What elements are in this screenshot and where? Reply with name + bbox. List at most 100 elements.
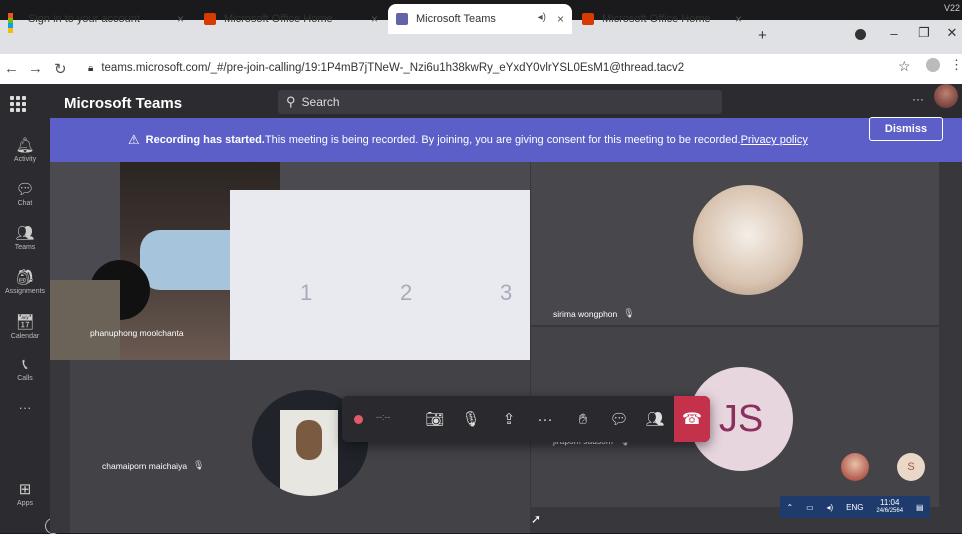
recording-banner: ⚠ Recording has started. This meeting is… bbox=[50, 118, 962, 162]
small-avatar: S bbox=[897, 453, 925, 481]
mic-off-icon[interactable]: 🎙︎ bbox=[456, 404, 486, 434]
chat-icon: 💬︎ bbox=[15, 181, 35, 198]
lock-icon: 🔒︎ bbox=[88, 62, 94, 74]
privacy-policy-link[interactable]: Privacy policy bbox=[741, 134, 808, 146]
back-icon[interactable]: ← bbox=[4, 60, 19, 77]
close-icon[interactable]: × bbox=[371, 12, 378, 26]
phone-icon: 📞︎ bbox=[22, 356, 28, 373]
record-indicator-icon[interactable] bbox=[855, 29, 866, 40]
office-icon bbox=[204, 13, 216, 25]
clock-time: 11:04 bbox=[880, 498, 900, 507]
calendar-icon: 📅︎ bbox=[15, 314, 35, 331]
banner-bold: Recording has started. bbox=[145, 134, 265, 146]
tile-sirima[interactable]: sirima wongphon 🎙︎ bbox=[531, 160, 939, 325]
recording-dot-icon bbox=[354, 415, 363, 424]
close-window-button[interactable]: ✕ bbox=[936, 20, 962, 46]
more-options-icon[interactable]: ··· bbox=[912, 92, 924, 106]
browser-tab-office-home[interactable]: Microsoft Office Home × bbox=[196, 4, 386, 34]
rail-label: Calendar bbox=[10, 333, 40, 340]
new-tab-button[interactable]: + bbox=[758, 27, 767, 44]
search-placeholder: Search bbox=[301, 95, 340, 109]
rail-item-chat[interactable]: 💬︎ Chat bbox=[0, 180, 50, 207]
chat-icon[interactable]: 💬︎ bbox=[604, 404, 634, 434]
volume-icon[interactable]: ◂) bbox=[827, 503, 834, 512]
rail-label: Apps bbox=[17, 500, 33, 507]
search-input[interactable]: ⚲ Search bbox=[278, 90, 722, 114]
more-actions-icon[interactable]: ··· bbox=[530, 404, 560, 434]
phone-hangup-icon: ☎︎ bbox=[682, 411, 702, 428]
paper-digit: 1 bbox=[300, 280, 313, 305]
app-title: Microsoft Teams bbox=[64, 95, 183, 112]
rail-item-activity[interactable]: 🔔︎ Activity bbox=[0, 136, 50, 163]
rail-item-teams[interactable]: 👥︎ Teams bbox=[0, 224, 50, 251]
tab-label: Microsoft Office Home bbox=[602, 13, 711, 25]
forward-icon[interactable]: → bbox=[28, 60, 43, 77]
video-tile-phanuphong[interactable]: 1 2 3 phanuphong moolchanta bbox=[50, 160, 530, 360]
raise-hand-icon[interactable]: ✋︎ bbox=[568, 404, 598, 434]
hang-up-button[interactable]: ☎︎ bbox=[674, 396, 710, 442]
mic-muted-icon: 🎙︎ bbox=[193, 460, 205, 470]
rail-label: Chat bbox=[17, 200, 33, 207]
teams-icon: 👥︎ bbox=[15, 225, 35, 242]
user-avatar[interactable] bbox=[934, 84, 958, 108]
rail-label: Calls bbox=[17, 375, 33, 382]
banner-text: This meeting is being recorded. By joini… bbox=[264, 134, 741, 146]
bell-icon: 🔔︎ bbox=[15, 137, 35, 154]
search-icon: ⚲ bbox=[286, 94, 296, 109]
close-icon[interactable]: × bbox=[557, 12, 564, 26]
apps-icon: ⊞ bbox=[18, 481, 32, 498]
language-indicator[interactable]: ENG bbox=[846, 503, 863, 512]
dismiss-button[interactable]: Dismiss bbox=[869, 117, 943, 141]
call-timer: --:-- bbox=[376, 412, 391, 422]
avatar-hair bbox=[296, 420, 322, 460]
camera-off-icon[interactable]: 📷︎ bbox=[420, 404, 450, 434]
browser-tab-sign-in[interactable]: Sign in to your account × bbox=[0, 4, 192, 34]
call-toolbar: --:-- 📷︎ 🎙︎ ⇪ ··· ✋︎ 💬︎ 👥︎ ☎︎ bbox=[342, 396, 710, 442]
participant-name: chamaiporn maichaiya 🎙︎ bbox=[102, 460, 204, 471]
participant-avatar bbox=[693, 185, 803, 295]
rail-item-assignments[interactable]: 🎒︎ Assignments bbox=[0, 268, 50, 295]
mic-muted-icon: 🎙︎ bbox=[623, 308, 635, 318]
minimize-button[interactable]: – bbox=[878, 20, 910, 46]
browser-menu-icon[interactable]: ⋮ bbox=[950, 57, 962, 73]
browser-tab-teams[interactable]: Microsoft Teams ◂) × bbox=[388, 4, 572, 34]
tab-label: Microsoft Teams bbox=[416, 13, 496, 25]
rail-item-apps[interactable]: ⊞ Apps bbox=[0, 480, 50, 507]
rail-item-calendar[interactable]: 📅︎ Calendar bbox=[0, 313, 50, 340]
participants-icon[interactable]: 👥︎ bbox=[640, 404, 670, 434]
audio-icon[interactable]: ◂) bbox=[538, 12, 546, 23]
self-avatar bbox=[841, 453, 869, 481]
profile-icon[interactable] bbox=[926, 58, 940, 72]
tile-chamaiporn[interactable]: chamaiporn maichaiya 🎙︎ bbox=[70, 360, 530, 533]
address-field[interactable]: 🔒︎ teams.microsoft.com/_#/pre-join-calli… bbox=[88, 57, 888, 79]
name-label: phanuphong moolchanta bbox=[90, 328, 184, 338]
notification-icon[interactable]: ▤ bbox=[916, 503, 924, 512]
clock[interactable]: 11:04 24/6/2564 bbox=[876, 498, 903, 516]
paper-digit: 2 bbox=[400, 280, 413, 305]
app-launcher-icon[interactable] bbox=[10, 96, 26, 112]
assignments-icon: 🎒︎ bbox=[15, 269, 35, 286]
tab-label: Microsoft Office Home bbox=[224, 13, 333, 25]
paper-digit: 3 bbox=[500, 280, 513, 305]
mouse-cursor-icon: ➚ bbox=[531, 512, 542, 526]
close-icon[interactable]: × bbox=[177, 12, 184, 26]
bookmark-star-icon[interactable]: ☆ bbox=[898, 58, 911, 75]
reload-icon[interactable]: ↻ bbox=[54, 60, 67, 78]
url-text: teams.microsoft.com/_#/pre-join-calling/… bbox=[101, 62, 685, 74]
warning-icon: ⚠ bbox=[128, 132, 140, 147]
teams-icon bbox=[396, 13, 408, 25]
close-icon[interactable]: × bbox=[735, 12, 742, 26]
chevron-up-icon[interactable]: ⌃ bbox=[786, 503, 793, 512]
rail-more-button[interactable]: ··· bbox=[0, 400, 50, 415]
office-icon bbox=[582, 13, 594, 25]
share-screen-icon[interactable]: ⇪ bbox=[494, 404, 524, 434]
browser-tab-office-home-2[interactable]: Microsoft Office Home × bbox=[574, 4, 750, 34]
rail-item-calls[interactable]: 📞︎ Calls bbox=[0, 356, 50, 382]
rail-label: Activity bbox=[13, 156, 37, 163]
network-icon[interactable]: ▭ bbox=[806, 503, 814, 512]
corner-label: V22 bbox=[944, 3, 961, 13]
microsoft-logo-icon bbox=[8, 13, 20, 33]
rail-label: Teams bbox=[14, 244, 36, 251]
rail-label: Assignments bbox=[4, 288, 46, 295]
paper-sheet: 1 2 3 bbox=[230, 190, 530, 360]
